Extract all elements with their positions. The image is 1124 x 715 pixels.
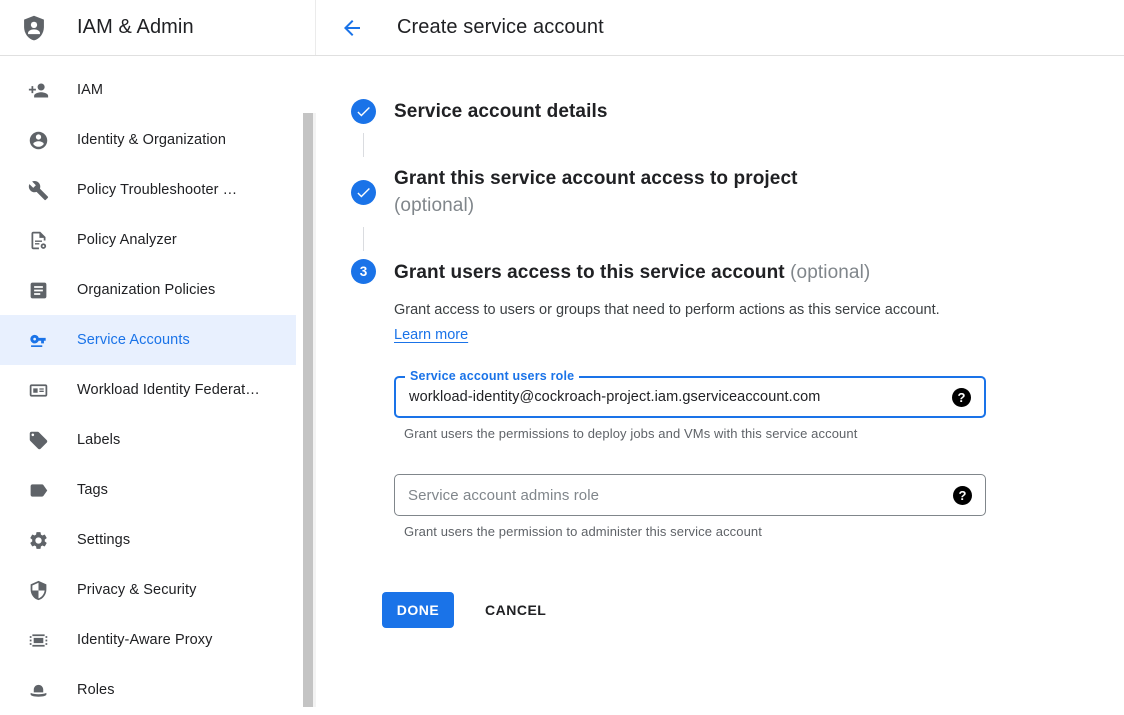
step-2-optional-label: (optional) [394, 192, 798, 219]
id-card-icon [28, 380, 49, 401]
users-role-floating-label: Service account users role [405, 369, 579, 383]
step-1-title: Service account details [394, 98, 608, 125]
sidebar-item-label: Identity-Aware Proxy [77, 632, 213, 648]
sidebar-item-label: Tags [77, 482, 108, 498]
step-3-number: 3 [360, 264, 368, 279]
person-add-icon [28, 80, 49, 101]
sidebar-item-label: Privacy & Security [77, 582, 196, 598]
sidebar-item-identity-aware-proxy[interactable]: Identity-Aware Proxy [0, 615, 296, 665]
sidebar-item-label: Service Accounts [77, 332, 190, 348]
users-role-helper-text: Grant users the permissions to deploy jo… [404, 426, 1124, 441]
hat-icon [28, 680, 49, 701]
sidebar-item-label: Roles [77, 682, 115, 698]
create-service-account-panel: Service account details Grant this servi… [316, 56, 1124, 707]
document-gear-icon [28, 230, 49, 251]
service-account-users-role-field[interactable]: Service account users role ? [394, 376, 986, 418]
sidebar-item-label: Labels [77, 432, 120, 448]
product-header: IAM & Admin [0, 0, 316, 55]
sidebar-item-policy-analyzer[interactable]: Policy Analyzer [0, 215, 296, 265]
sidebar-item-label: IAM [77, 82, 103, 98]
sidebar-item-label: Settings [77, 532, 130, 548]
sidebar-nav: IAM Identity & Organization Policy Troub… [0, 56, 316, 707]
step-3-title: Grant users access to this service accou… [394, 259, 870, 286]
step-connector [363, 133, 364, 157]
proxy-frame-icon [28, 630, 49, 651]
sidebar-item-label: Policy Troubleshooter … [77, 182, 237, 198]
sidebar-item-policy-troubleshooter[interactable]: Policy Troubleshooter … [0, 165, 296, 215]
sidebar-scrollbar-thumb[interactable] [303, 113, 313, 707]
step-1-completed-check-icon [351, 99, 376, 124]
article-icon [28, 280, 49, 301]
gear-icon [28, 530, 49, 551]
grant-users-form: Service account users role ? Grant users… [394, 376, 1124, 539]
sidebar-item-organization-policies[interactable]: Organization Policies [0, 265, 296, 315]
back-arrow-icon[interactable] [340, 16, 364, 40]
label-arrow-icon [28, 480, 49, 501]
person-circle-icon [28, 130, 49, 151]
sidebar-item-labels[interactable]: Labels [0, 415, 296, 465]
sidebar-item-label: Policy Analyzer [77, 232, 177, 248]
step-connector [363, 227, 364, 251]
wrench-icon [28, 180, 49, 201]
sidebar-item-identity-organization[interactable]: Identity & Organization [0, 115, 296, 165]
step-1-service-account-details: Service account details [351, 98, 1124, 125]
page-title: Create service account [397, 16, 604, 39]
sidebar-item-tags[interactable]: Tags [0, 465, 296, 515]
step-2-grant-access-to-project: Grant this service account access to pro… [351, 165, 1124, 219]
sidebar-item-label: Organization Policies [77, 282, 215, 298]
admins-role-input[interactable] [395, 487, 953, 504]
step-2-title: Grant this service account access to pro… [394, 165, 798, 219]
sidebar-item-service-accounts[interactable]: Service Accounts [0, 315, 296, 365]
tag-icon [28, 430, 49, 451]
key-icon [28, 330, 49, 351]
sidebar-item-privacy-security[interactable]: Privacy & Security [0, 565, 296, 615]
iam-shield-logo-icon [20, 13, 48, 43]
step-3-description: Grant access to users or groups that nee… [394, 298, 954, 348]
service-account-admins-role-field[interactable]: ? [394, 474, 986, 516]
sidebar-item-roles[interactable]: Roles [0, 665, 296, 715]
app-header: IAM & Admin Create service account [0, 0, 1124, 56]
sidebar-item-iam[interactable]: IAM [0, 65, 296, 115]
users-role-help-icon[interactable]: ? [952, 388, 971, 407]
product-title: IAM & Admin [77, 16, 194, 39]
sidebar-item-settings[interactable]: Settings [0, 515, 296, 565]
users-role-input[interactable] [396, 389, 952, 405]
page-header: Create service account [316, 0, 1124, 55]
sidebar-scrollbar-track [303, 113, 316, 707]
form-actions: DONE CANCEL [382, 592, 1124, 628]
step-3-grant-users-access: 3 Grant users access to this service acc… [351, 259, 1124, 286]
done-button[interactable]: DONE [382, 592, 454, 628]
sidebar-item-label: Identity & Organization [77, 132, 226, 148]
cancel-button[interactable]: CANCEL [485, 602, 546, 618]
step-3-description-text: Grant access to users or groups that nee… [394, 302, 940, 318]
step-2-title-text: Grant this service account access to pro… [394, 168, 798, 189]
step-3-title-text: Grant users access to this service accou… [394, 262, 785, 283]
step-3-optional-label: (optional) [790, 262, 870, 283]
shield-icon [28, 580, 49, 601]
sidebar-item-workload-identity-federation[interactable]: Workload Identity Federat… [0, 365, 296, 415]
step-3-number-badge: 3 [351, 259, 376, 284]
sidebar-item-label: Workload Identity Federat… [77, 382, 260, 398]
admins-role-help-icon[interactable]: ? [953, 486, 972, 505]
admins-role-helper-text: Grant users the permission to administer… [404, 524, 1124, 539]
step-2-completed-check-icon [351, 180, 376, 205]
learn-more-link[interactable]: Learn more [394, 327, 468, 343]
